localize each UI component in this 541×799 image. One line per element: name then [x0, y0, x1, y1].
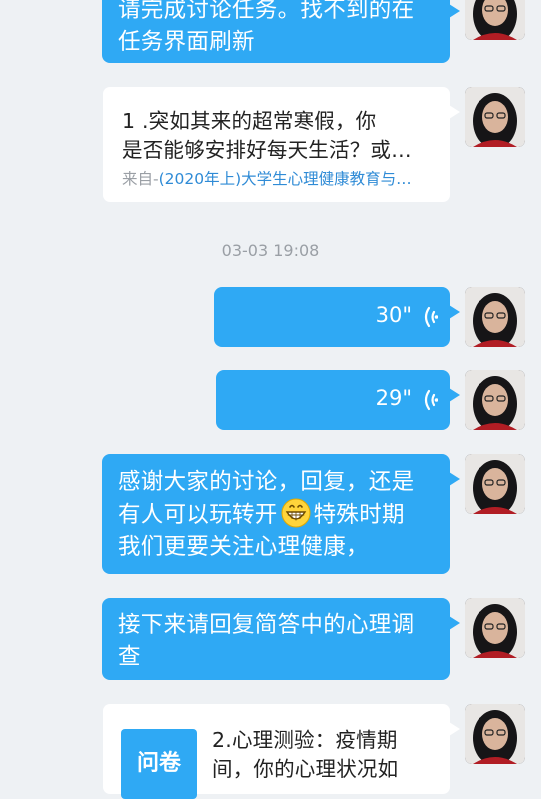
user-avatar[interactable] [465, 598, 525, 658]
message-line-with-emoji: 有人可以玩转开 特殊时期 [118, 498, 434, 531]
message-line: 我们更要关注心理健康， [118, 534, 369, 560]
message-line: 任务界面刷新 [118, 29, 255, 55]
message-line: 接下来请回复简答中的心理调 [118, 612, 415, 638]
voice-wave-icon [424, 389, 438, 411]
voice-wave-icon [424, 306, 438, 328]
grinning-face-emoji [281, 498, 311, 528]
message-segment: 特殊时期 [313, 502, 405, 528]
questionnaire-card[interactable]: 问卷 2.心理测验：疫情期 间，你的心理状况如 [103, 704, 460, 799]
voice-duration: 30" [375, 303, 412, 327]
voice-message-bubble[interactable]: 29" [216, 370, 460, 430]
user-avatar[interactable] [465, 370, 525, 430]
message-segment: 有人可以玩转开 [118, 502, 278, 528]
questionnaire-badge: 问卷 [121, 729, 197, 799]
chat-bubble-task-notice[interactable]: 请完成讨论任务。找不到的在 任务界面刷新 [102, 0, 460, 63]
message-line: 查 [118, 644, 141, 670]
course-link[interactable]: (2020年上)大学生心理健康教育与… [159, 170, 412, 188]
card-title-line: 是否能够安排好每天生活？或… [122, 138, 412, 162]
user-avatar[interactable] [465, 287, 525, 347]
voice-duration: 29" [375, 386, 412, 410]
questionnaire-badge-label: 问卷 [136, 751, 181, 776]
avatar-image [465, 704, 525, 764]
avatar-image [465, 454, 525, 514]
user-avatar[interactable] [465, 0, 525, 40]
message-line: 感谢大家的讨论，回复，还是 [118, 469, 415, 495]
message-line: 请完成讨论任务。找不到的在 [118, 0, 415, 23]
card-title-line: 间，你的心理状况如 [212, 757, 399, 781]
user-avatar[interactable] [465, 454, 525, 514]
user-avatar[interactable] [465, 87, 525, 147]
avatar-image [465, 87, 525, 147]
user-avatar[interactable] [465, 704, 525, 764]
card-source: 来自-(2020年上)大学生心理健康教育与… [122, 168, 432, 190]
chat-bubble-survey-request[interactable]: 接下来请回复简答中的心理调 查 [102, 598, 460, 680]
avatar-image [465, 598, 525, 658]
avatar-image [465, 370, 525, 430]
avatar-image [465, 0, 525, 40]
card-source-prefix: 来自- [122, 170, 159, 188]
card-title-line: 2.心理测验：疫情期 [212, 728, 398, 752]
card-title-line: 1 .突如其来的超常寒假，你 [122, 109, 377, 133]
chat-bubble-thanks[interactable]: 感谢大家的讨论，回复，还是 有人可以玩转开 特殊时期 我们更要关注心理健康， [102, 454, 460, 574]
avatar-image [465, 287, 525, 347]
shared-discussion-card[interactable]: 1 .突如其来的超常寒假，你 是否能够安排好每天生活？或… 来自-(2020年上… [103, 87, 460, 202]
voice-message-bubble[interactable]: 30" [214, 287, 460, 347]
message-timestamp: 03-03 19:08 [221, 241, 320, 260]
